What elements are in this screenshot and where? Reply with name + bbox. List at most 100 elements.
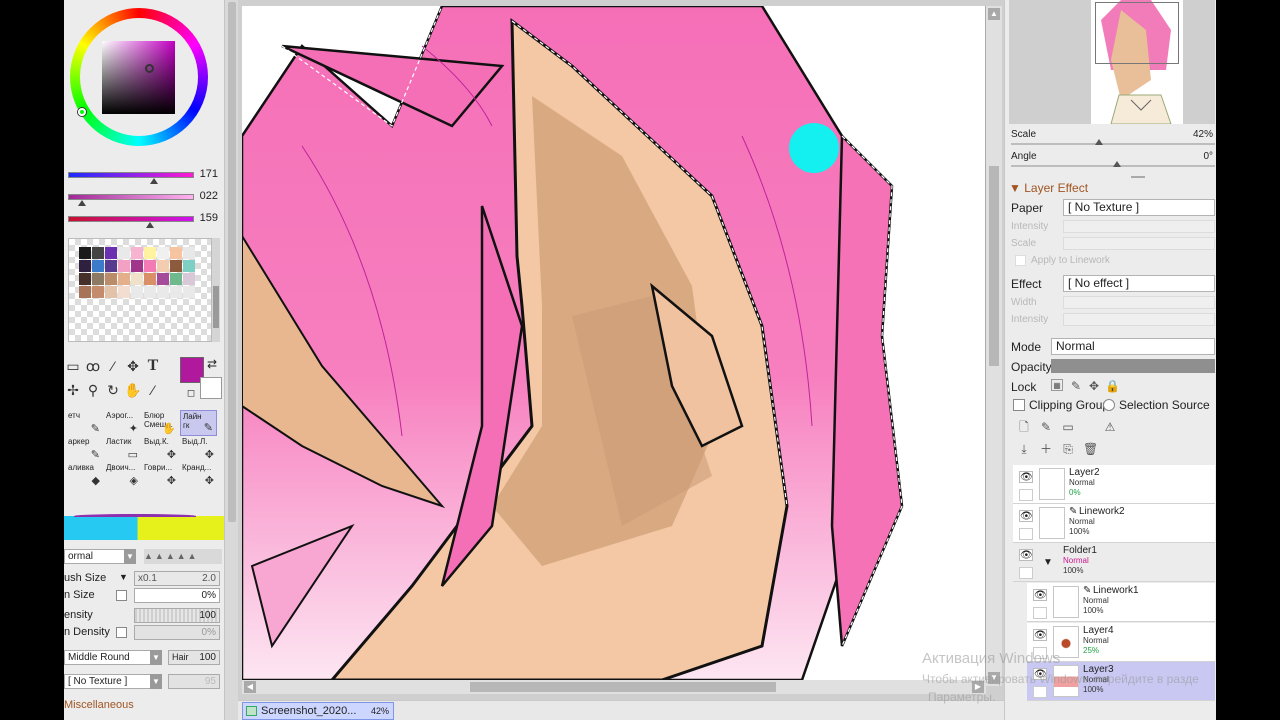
visibility-eye-icon[interactable]: 👁	[1019, 510, 1033, 522]
swap-colors-icon[interactable]: ⇄	[207, 357, 217, 371]
rect-select-icon[interactable]: ▭	[64, 357, 82, 375]
slider-1-track[interactable]	[68, 172, 194, 178]
brush-slot[interactable]: Ластик ▭	[104, 436, 141, 462]
layer-mask-icon[interactable]: ⚠	[1103, 420, 1117, 434]
new-linework-icon[interactable]: ✎	[1039, 420, 1053, 434]
hand-icon[interactable]: ✋	[124, 381, 142, 399]
misc-section[interactable]: Miscellaneous	[64, 697, 224, 715]
delete-layer-icon[interactable]: 🗑	[1083, 442, 1098, 456]
sv-marker[interactable]	[145, 64, 154, 73]
brush-slot[interactable]: Аэрог... ✦	[104, 410, 141, 436]
visibility-eye-icon[interactable]: 👁	[1033, 629, 1047, 641]
slider-3-handle[interactable]	[146, 222, 154, 228]
layer-row[interactable]: 👁 ✎ Linework1 Normal 100%	[1027, 583, 1215, 622]
swatch[interactable]	[92, 260, 104, 272]
document-tab[interactable]: Screenshot_2020... 42%	[242, 702, 394, 720]
brush-shape-select[interactable]: Middle Round	[64, 650, 162, 665]
min-density-checkbox[interactable]	[116, 627, 127, 638]
lock-move-icon[interactable]: ✥	[1087, 379, 1101, 393]
swatch[interactable]	[105, 286, 117, 298]
lock-all-icon[interactable]: 🔒	[1105, 379, 1120, 393]
min-size-field[interactable]: 0%	[134, 588, 220, 603]
swatch[interactable]	[105, 273, 117, 285]
swatch[interactable]	[92, 273, 104, 285]
merge-down-icon[interactable]: ＋	[1039, 442, 1053, 456]
swatch[interactable]	[170, 286, 182, 298]
eyedropper-icon[interactable]: ⁄	[144, 381, 162, 399]
swatch[interactable]	[157, 286, 169, 298]
swatch[interactable]	[183, 260, 195, 272]
layer-effect-header[interactable]: ▼ Layer Effect	[1009, 181, 1088, 195]
slider-1-handle[interactable]	[150, 178, 158, 184]
swatch[interactable]	[131, 273, 143, 285]
apply-linework-checkbox[interactable]	[1015, 255, 1026, 266]
texture-scale-field[interactable]	[1063, 237, 1215, 250]
swatch[interactable]	[183, 286, 195, 298]
scroll-right-arrow[interactable]: ▶	[972, 681, 984, 693]
brush-shape-strength[interactable]: Hair 100	[168, 650, 220, 665]
folder-expand-icon[interactable]: ▼	[1043, 557, 1053, 568]
brush-size-dropdown-icon[interactable]: ▼	[119, 572, 128, 582]
swatch[interactable]	[79, 247, 91, 259]
intensity-field[interactable]	[1063, 220, 1215, 233]
layer-lock-box[interactable]	[1033, 686, 1047, 698]
color-slider-2[interactable]: 022	[68, 190, 220, 208]
swatch[interactable]	[131, 260, 143, 272]
layer-mode-select[interactable]: Normal	[1051, 338, 1215, 355]
layer-opacity-slider[interactable]	[1051, 359, 1215, 373]
swatch[interactable]	[118, 247, 130, 259]
brush-slot[interactable]: Двоич... ◈	[104, 462, 141, 488]
left-panel-scroll-thumb[interactable]	[228, 2, 236, 522]
swatch[interactable]	[144, 273, 156, 285]
layer-lock-box[interactable]	[1033, 607, 1047, 619]
navigator-preview[interactable]	[1009, 0, 1215, 124]
layer-lock-box[interactable]	[1019, 567, 1033, 579]
scale-slider-handle[interactable]	[1095, 139, 1103, 145]
swatch[interactable]	[79, 260, 91, 272]
swatch[interactable]	[105, 247, 117, 259]
horizontal-scroll-thumb[interactable]	[470, 682, 776, 692]
layer-lock-box[interactable]	[1033, 647, 1047, 659]
brush-slot[interactable]: Выд.Л. ✥	[180, 436, 217, 462]
swatch[interactable]	[170, 273, 182, 285]
angle-slider-handle[interactable]	[1113, 161, 1121, 167]
transfer-down-icon[interactable]: ⤓	[1017, 442, 1031, 456]
brush-texture-select[interactable]: [ No Texture ]	[64, 674, 162, 689]
rotate-icon[interactable]: ↻	[104, 381, 122, 399]
brush-slot[interactable]: Кранд... ✥	[180, 462, 217, 488]
min-size-checkbox[interactable]	[116, 590, 127, 601]
navigator-view-rect[interactable]	[1095, 2, 1179, 64]
density-field[interactable]: 100	[134, 608, 220, 623]
swatch[interactable]	[92, 247, 104, 259]
scroll-down-arrow[interactable]: ▼	[988, 672, 1000, 684]
brush-texture-dropdown[interactable]: ▼	[150, 674, 162, 689]
panel-splitter[interactable]	[1131, 176, 1145, 178]
text-tool-icon[interactable]: T	[144, 357, 162, 375]
lock-transparency-icon[interactable]: ▦	[1051, 379, 1063, 391]
scroll-up-arrow[interactable]: ▲	[988, 8, 1000, 20]
swatch[interactable]	[105, 260, 117, 272]
blend-mode-dropdown[interactable]: ▼	[124, 549, 136, 564]
layer-row[interactable]: 👁 Layer3 Normal 100%	[1027, 662, 1215, 701]
left-panel-scrollbar[interactable]	[224, 0, 238, 720]
slider-2-track[interactable]	[68, 194, 194, 200]
brush-texture-strength[interactable]: 95	[168, 674, 220, 689]
swatch[interactable]	[170, 260, 182, 272]
move-arrows-icon[interactable]: ✢	[64, 381, 82, 399]
swatch[interactable]	[79, 286, 91, 298]
visibility-eye-icon[interactable]: 👁	[1019, 549, 1033, 561]
paper-texture-select[interactable]: [ No Texture ]	[1063, 199, 1215, 216]
color-slider-1[interactable]: 171	[68, 168, 220, 186]
swatch[interactable]	[118, 260, 130, 272]
drawing-canvas[interactable]	[242, 6, 986, 680]
brush-size-field[interactable]: x0.1 2.0	[134, 571, 220, 586]
swatch[interactable]	[92, 286, 104, 298]
move-icon[interactable]: ✥	[124, 357, 142, 375]
swatch[interactable]	[131, 247, 143, 259]
swatch[interactable]	[144, 286, 156, 298]
scale-slider[interactable]	[1011, 143, 1215, 145]
brush-slot[interactable]: аливка ◆	[66, 462, 103, 488]
brush-shape-presets[interactable]: ▲▲▲▲▲	[144, 549, 222, 564]
zoom-icon[interactable]: ⚲	[84, 381, 102, 399]
layer-row[interactable]: 👁 Layer2 Normal 0%	[1013, 465, 1215, 504]
